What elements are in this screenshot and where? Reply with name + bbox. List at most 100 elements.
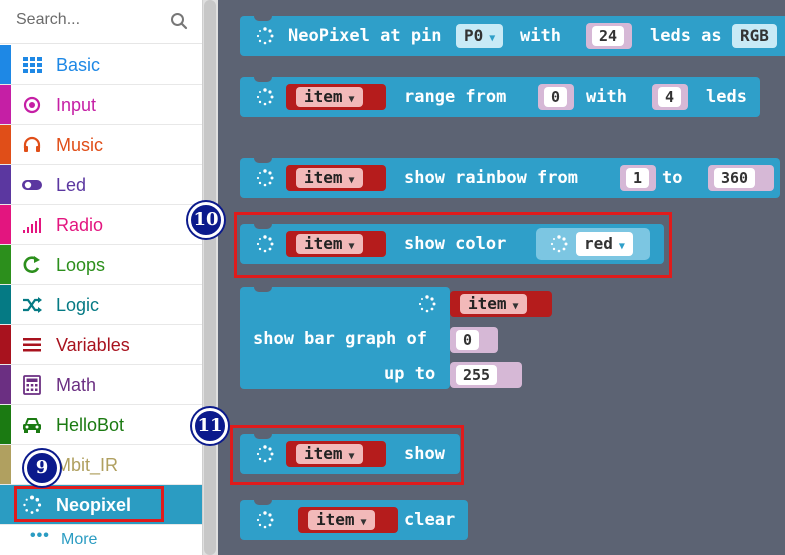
category-variables[interactable]: Variables	[0, 325, 202, 365]
variable-name: item	[304, 87, 343, 106]
range-count-value[interactable]: 4	[658, 87, 682, 107]
chevron-down-icon: ▼	[348, 94, 355, 105]
radio-dot-icon	[23, 96, 41, 114]
range-from-value[interactable]: 0	[544, 87, 568, 107]
category-music[interactable]: Music	[0, 125, 202, 165]
toolbox-scrollbar-thumb[interactable]	[204, 0, 216, 555]
category-color-bar	[0, 285, 11, 324]
headphones-icon	[23, 136, 41, 152]
clear-block[interactable]: item ▼ clear	[240, 499, 468, 540]
block-text: NeoPixel at pin	[288, 26, 442, 46]
highlight-box-9	[14, 486, 164, 522]
category-label: Math	[56, 375, 97, 395]
item-variable-dropdown[interactable]: item ▼	[450, 291, 552, 317]
variable-name: item	[316, 510, 355, 529]
step-badge-10: 10	[188, 202, 224, 238]
range-count-field[interactable]: 4	[652, 84, 688, 110]
category-label: Music	[56, 135, 104, 155]
search-icon[interactable]	[170, 12, 188, 30]
bar-graph-value-field[interactable]: 0	[450, 327, 498, 353]
category-color-bar	[0, 45, 11, 84]
grid-icon	[23, 57, 42, 73]
spinner-icon	[256, 88, 274, 106]
show-bar-graph-block[interactable]: show bar graph of up to	[240, 286, 450, 389]
show-rainbow-block[interactable]: item ▼ show rainbow from 1 to 360	[240, 157, 780, 198]
category-math[interactable]: Math	[0, 365, 202, 405]
step-badge-9: 9	[24, 450, 60, 486]
category-label: HelloBot	[56, 415, 125, 435]
item-variable-dropdown[interactable]: item ▼	[286, 165, 386, 191]
block-text: range from	[404, 87, 507, 107]
leds-number-field[interactable]: 24	[586, 23, 632, 49]
category-input[interactable]: Input	[0, 85, 202, 125]
step-badge-11: 11	[192, 408, 228, 444]
pin-value: P0	[464, 26, 484, 45]
block-text: leds	[706, 87, 747, 107]
category-label: Loops	[56, 255, 106, 275]
car-icon	[23, 418, 41, 433]
category-logic[interactable]: Logic	[0, 285, 202, 325]
item-variable-dropdown[interactable]: item ▼	[298, 507, 398, 533]
block-text: show rainbow from	[404, 168, 578, 188]
category-color-bar	[0, 165, 11, 204]
category-color-bar	[0, 205, 11, 244]
bar-graph-value[interactable]: 0	[456, 330, 480, 350]
category-color-bar	[0, 405, 11, 444]
rainbow-from-value[interactable]: 1	[626, 168, 650, 188]
neopixel-range-block[interactable]: item ▼ range from 0 with 4 leds	[240, 76, 760, 117]
calculator-icon	[23, 375, 41, 395]
chevron-down-icon: ▼	[360, 517, 367, 528]
more-categories-button[interactable]: ••• More	[0, 525, 202, 555]
block-text: with	[520, 26, 561, 46]
category-label: Logic	[56, 295, 100, 315]
rainbow-to-value[interactable]: 360	[714, 168, 756, 188]
category-label: Led	[56, 175, 87, 195]
range-from-field[interactable]: 0	[538, 84, 574, 110]
pin-dropdown[interactable]: P0 ▼	[456, 24, 504, 48]
bar-graph-max-value[interactable]: 255	[456, 365, 498, 385]
block-text: clear	[404, 510, 456, 530]
category-color-bar	[0, 325, 11, 364]
block-text: with	[586, 87, 627, 107]
chevron-down-icon: ▼	[348, 175, 355, 186]
mode-dropdown[interactable]: RGB	[732, 24, 777, 48]
bar-graph-max-field[interactable]: 255	[450, 362, 522, 388]
search-input[interactable]: Search...	[16, 11, 80, 29]
rainbow-to-field[interactable]: 360	[708, 165, 774, 191]
category-color-bar	[0, 85, 11, 124]
variable-name: item	[468, 294, 507, 313]
highlight-box-10	[234, 212, 672, 278]
category-label: Variables	[56, 335, 130, 355]
category-basic[interactable]: Basic	[0, 45, 202, 85]
spinner-icon	[256, 27, 274, 45]
category-label: Mbit_IR	[56, 455, 119, 475]
variable-name: item	[304, 168, 343, 187]
toggle-icon	[22, 180, 42, 190]
item-variable-dropdown[interactable]: item ▼	[286, 84, 386, 110]
block-text: show bar graph of	[253, 329, 427, 349]
category-hellobot[interactable]: HelloBot	[0, 405, 202, 445]
category-label: Radio	[56, 215, 104, 235]
neopixel-create-block[interactable]: NeoPixel at pin P0 ▼ with 24 leds as RGB	[240, 15, 785, 56]
block-text: up to	[384, 364, 436, 384]
category-color-bar	[0, 445, 11, 484]
block-text: leds as	[650, 26, 722, 46]
category-radio[interactable]: Radio	[0, 205, 202, 245]
chevron-down-icon: ▼	[512, 301, 519, 312]
category-label: Input	[56, 95, 97, 115]
signal-bars-icon	[23, 218, 41, 233]
blocks-workspace[interactable]: NeoPixel at pin P0 ▼ with 24 leds as RGB …	[218, 0, 785, 555]
lines-icon	[23, 338, 41, 352]
category-loops[interactable]: Loops	[0, 245, 202, 285]
category-label: Basic	[56, 55, 101, 75]
block-text: to	[662, 168, 683, 188]
shuffle-icon	[23, 297, 42, 313]
more-label: More	[61, 531, 98, 548]
rainbow-from-field[interactable]: 1	[620, 165, 656, 191]
leds-value[interactable]: 24	[592, 26, 625, 46]
category-color-bar	[0, 125, 11, 164]
more-dots-icon: •••	[30, 527, 50, 544]
search-box[interactable]: Search...	[0, 0, 202, 44]
category-led[interactable]: Led	[0, 165, 202, 205]
spinner-icon	[256, 511, 274, 529]
